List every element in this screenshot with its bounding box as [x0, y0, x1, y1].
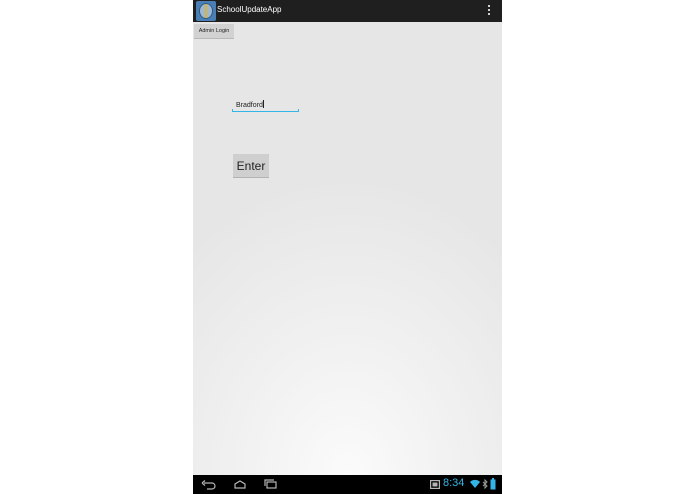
menu-dot [488, 9, 490, 11]
battery-icon [490, 478, 496, 490]
app-icon-bar [205, 4, 207, 18]
action-bar: SchoolUpdateApp [193, 0, 502, 22]
menu-dot [488, 13, 490, 15]
back-icon[interactable] [201, 479, 217, 490]
menu-dot [488, 5, 490, 7]
overflow-menu-icon[interactable] [485, 5, 493, 17]
text-cursor [263, 100, 265, 108]
home-icon[interactable] [232, 479, 248, 490]
status-time: 8:34 [443, 477, 465, 489]
admin-login-button[interactable]: Admin Login [194, 24, 234, 39]
app-title: SchoolUpdateApp [217, 5, 282, 14]
input-underline [232, 111, 299, 112]
bluetooth-icon [482, 479, 488, 490]
school-name-value: Bradford [236, 100, 265, 109]
system-nav-bar: 8:34 [193, 475, 502, 494]
school-name-input[interactable]: Bradford [232, 99, 299, 112]
wifi-icon [470, 479, 480, 488]
app-icon[interactable] [196, 1, 216, 21]
recents-icon[interactable] [263, 479, 279, 490]
app-window: SchoolUpdateApp Admin Login Bradford Ent… [193, 0, 502, 494]
screenshot-icon[interactable] [430, 480, 440, 489]
school-name-text: Bradford [236, 102, 263, 109]
enter-button[interactable]: Enter [233, 154, 269, 178]
input-underline-right-tick [298, 109, 299, 112]
main-content: Admin Login Bradford Enter [193, 22, 502, 475]
input-underline-left-tick [232, 109, 233, 112]
